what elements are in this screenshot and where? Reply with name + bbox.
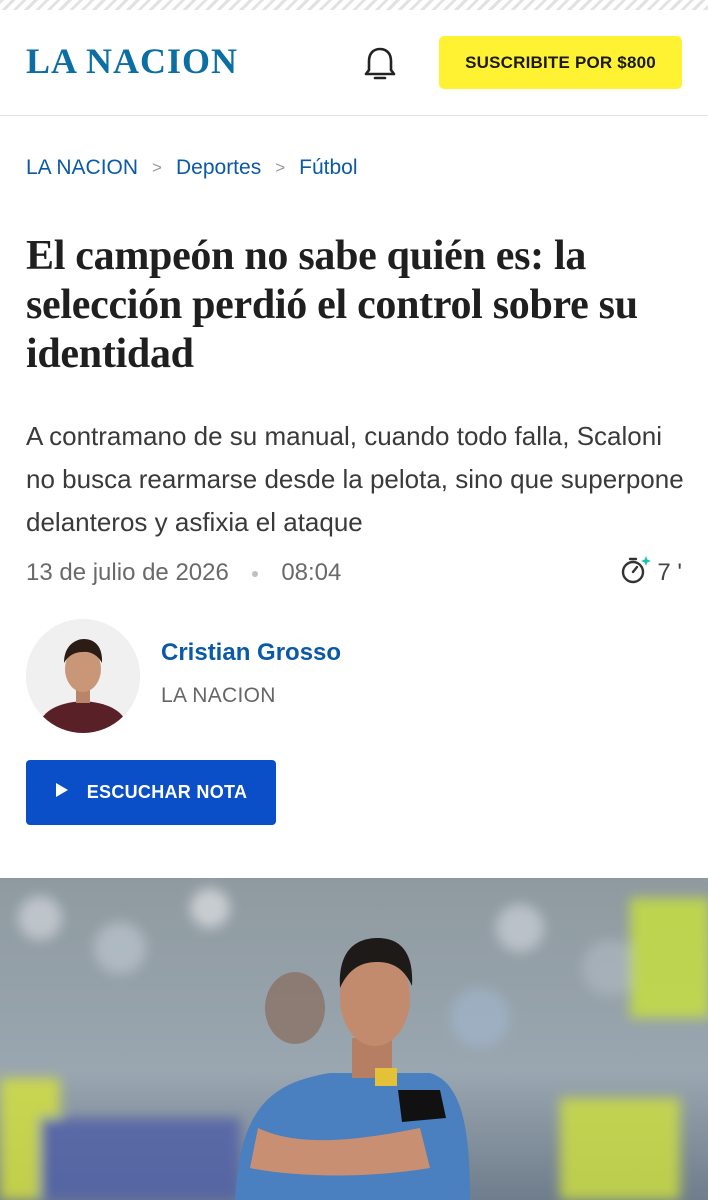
listen-label: ESCUCHAR NOTA [86, 782, 248, 802]
subscribe-button[interactable]: SUSCRIBITE POR $800 [439, 36, 682, 89]
site-logo[interactable]: LA NACION [26, 40, 238, 82]
top-stripe [0, 0, 708, 10]
breadcrumb-separator-icon: > [152, 158, 162, 177]
author-avatar[interactable] [26, 619, 140, 733]
article-summary: A contramano de su manual, cuando todo f… [26, 421, 684, 537]
author-name[interactable]: Cristian Grosso [161, 639, 341, 667]
breadcrumb-separator-icon: > [275, 158, 286, 177]
breadcrumb: LA NACION > Deportes > Fútbol [26, 153, 358, 183]
article-time: 08:04 [281, 559, 342, 586]
play-icon [55, 782, 69, 803]
article-hero-image [0, 878, 708, 1200]
author-outlet: LA NACION [161, 684, 276, 707]
article-headline: El campeón no sabe quién es: la selecció… [26, 233, 638, 377]
breadcrumb-home[interactable]: LA NACION [26, 156, 138, 180]
listen-article-button[interactable]: ESCUCHAR NOTA [26, 760, 276, 825]
meta-separator: ● [250, 565, 260, 581]
site-header: LA NACION SUSCRIBITE POR $800 [0, 10, 708, 116]
stopwatch-icon [619, 554, 657, 593]
reading-time-value: 7 ' [657, 559, 682, 586]
article-meta: 13 de julio de 2026 ● 08:04 [26, 556, 686, 590]
bell-icon[interactable] [358, 42, 402, 86]
breadcrumb-deportes[interactable]: Deportes [176, 156, 261, 180]
article-date: 13 de julio de 2026 [26, 559, 229, 586]
reading-time: 7 ' [619, 554, 682, 593]
breadcrumb-futbol[interactable]: Fútbol [299, 156, 357, 180]
